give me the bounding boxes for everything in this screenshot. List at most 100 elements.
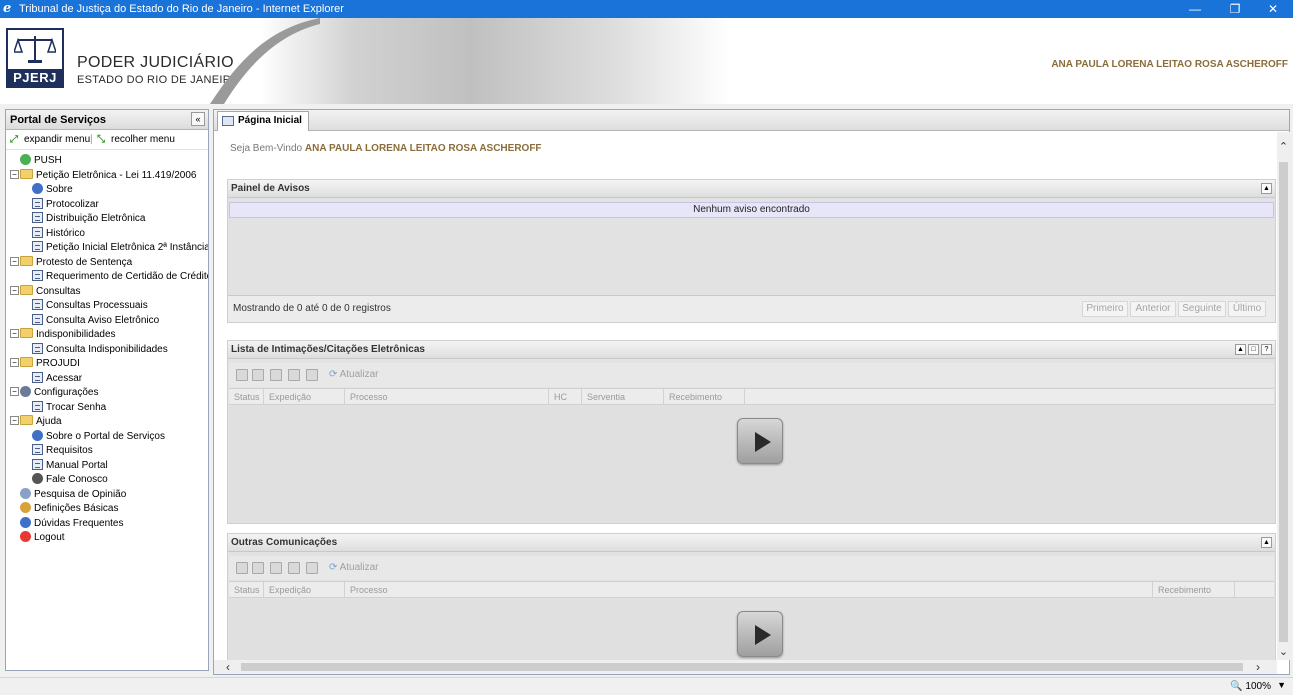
grid-column-header[interactable]: Expedição — [264, 389, 345, 405]
grid-column-header[interactable]: Recebimento — [1153, 582, 1235, 598]
sidebar-item[interactable]: Petição Inicial Eletrônica 2ª Instância — [32, 241, 208, 255]
collapse-menu-button[interactable]: recolher menu — [111, 134, 175, 145]
sidebar-item[interactable]: Dúvidas Frequentes — [10, 516, 124, 531]
home-page-icon — [222, 116, 234, 126]
sidebar-item[interactable]: − Ajuda — [10, 415, 62, 429]
sidebar-item[interactable]: − Protesto de Sentença — [10, 255, 132, 270]
justice-scale-icon — [14, 36, 56, 63]
grid-column-header[interactable]: Recebimento — [664, 389, 745, 405]
sidebar-item-label: Consulta Aviso Eletrônico — [46, 314, 160, 326]
play-icon[interactable] — [737, 418, 783, 464]
horizontal-scrollbar[interactable]: ‹ › — [214, 660, 1277, 674]
intimacoes-grid-header: Status Expedição Processo HC Serventia Recebi… — [229, 388, 1274, 405]
pager-next[interactable]: Seguinte — [1178, 301, 1226, 317]
read-icon[interactable] — [252, 562, 264, 574]
scroll-right-icon[interactable]: › — [1256, 660, 1260, 674]
export-icon[interactable] — [288, 562, 300, 574]
tab-pagina-inicial[interactable]: Página Inicial — [217, 111, 309, 131]
tree-toggle-icon[interactable]: − — [10, 285, 19, 295]
sidebar-item[interactable]: Consulta Aviso Eletrônico — [32, 313, 160, 328]
sidebar-item-label: Histórico — [46, 227, 85, 239]
sidebar-item[interactable]: − PROJUDI — [10, 357, 80, 371]
main-panel: Página Inicial Seja Bem-Vindo ANA PAULA … — [213, 109, 1290, 675]
close-button[interactable]: ✕ — [1253, 0, 1293, 18]
sidebar-item[interactable]: Sobre o Portal de Serviços — [32, 429, 165, 444]
zoom-dropdown-icon[interactable]: ▼ — [1277, 680, 1286, 690]
sidebar-item[interactable]: Sobre — [32, 183, 73, 197]
refresh-button[interactable]: Atualizar — [329, 562, 379, 574]
sidebar-header: Portal de Serviços « — [6, 110, 208, 130]
collapse-panel-button[interactable]: ▲ — [1261, 537, 1272, 548]
page-icon — [32, 226, 43, 238]
records-info: Mostrando de 0 até 0 de 0 registros — [233, 303, 391, 314]
sidebar-item[interactable]: Distribuição Eletrônica — [32, 212, 146, 226]
collapse-sidebar-button[interactable]: « — [191, 112, 205, 126]
tree-toggle-icon[interactable]: − — [10, 329, 19, 338]
vertical-scrollbar[interactable]: ⌃ ⌄ — [1277, 132, 1290, 660]
grid-column-header[interactable]: Processo — [345, 389, 549, 405]
sidebar-item[interactable]: Manual Portal — [32, 458, 108, 473]
tree-toggle-icon[interactable]: − — [10, 387, 19, 396]
sidebar-item-label: Fale Conosco — [46, 474, 108, 485]
sidebar-item-label: Logout — [34, 532, 65, 543]
browser-status-bar: 🔍 100% ▼ — [0, 677, 1293, 695]
sidebar-item[interactable]: − Configurações — [10, 386, 98, 400]
grid-column-header[interactable]: Status — [229, 582, 264, 598]
restore-button[interactable]: ❐ — [1215, 0, 1255, 18]
sidebar-item[interactable]: Requerimento de Certidão de Crédito para — [32, 270, 208, 284]
sidebar-item-label: Distribuição Eletrônica — [46, 213, 146, 224]
tree-toggle-icon[interactable]: − — [10, 416, 19, 425]
sidebar-item[interactable]: Fale Conosco — [32, 473, 108, 487]
sidebar-item[interactable]: Protocolizar — [32, 197, 99, 212]
refresh-button[interactable]: Atualizar — [329, 369, 379, 381]
pager-previous[interactable]: Anterior — [1130, 301, 1176, 317]
play-icon[interactable] — [737, 611, 783, 657]
grid-column-header[interactable]: Status — [229, 389, 264, 405]
sidebar-item[interactable]: Logout — [10, 531, 65, 545]
help-panel-button[interactable]: ? — [1261, 344, 1272, 355]
collapse-panel-button[interactable]: ▲ — [1261, 183, 1272, 194]
print-icon[interactable] — [306, 369, 318, 381]
sidebar-item[interactable]: Consulta Indisponibilidades — [32, 342, 168, 357]
grid-column-header[interactable]: HC — [549, 389, 582, 405]
grid-column-header[interactable]: Processo — [345, 582, 1153, 598]
scroll-left-icon[interactable]: ‹ — [226, 660, 230, 674]
new-document-icon[interactable] — [236, 369, 248, 381]
horizontal-scroll-thumb[interactable] — [241, 663, 1243, 671]
scroll-up-icon[interactable]: ⌃ — [1277, 140, 1290, 153]
sidebar-item[interactable]: Histórico — [32, 226, 85, 241]
sidebar-item[interactable]: Trocar Senha — [32, 400, 106, 415]
print-icon[interactable] — [306, 562, 318, 574]
tab-strip: Página Inicial — [214, 110, 1289, 131]
folder-open-icon — [20, 357, 33, 367]
zoom-level[interactable]: 🔍 100% — [1230, 681, 1271, 692]
scroll-down-icon[interactable]: ⌄ — [1277, 645, 1290, 658]
sidebar-item[interactable]: Acessar — [32, 371, 82, 386]
sidebar-item[interactable]: Consultas Processuais — [32, 299, 148, 313]
forward-icon[interactable] — [270, 369, 282, 381]
expand-menu-button[interactable]: expandir menu — [24, 134, 90, 145]
maximize-panel-button[interactable]: □ — [1248, 344, 1259, 355]
pager-first[interactable]: Primeiro — [1082, 301, 1128, 317]
vertical-scroll-thumb[interactable] — [1279, 162, 1288, 642]
tree-toggle-icon[interactable]: − — [10, 256, 19, 266]
new-document-icon[interactable] — [236, 562, 248, 574]
collapse-panel-button[interactable]: ▲ — [1235, 344, 1246, 355]
tree-toggle-icon[interactable]: − — [10, 358, 19, 367]
grid-column-header[interactable]: Expedição — [264, 582, 345, 598]
forward-icon[interactable] — [270, 562, 282, 574]
pager-last[interactable]: Último — [1228, 301, 1266, 317]
grid-column-header[interactable]: Serventia — [582, 389, 664, 405]
sidebar-item[interactable]: − Consultas — [10, 284, 80, 299]
sidebar-item[interactable]: Requisitos — [32, 444, 93, 458]
sidebar-item[interactable]: PUSH — [10, 154, 62, 168]
tree-toggle-icon[interactable]: − — [10, 169, 19, 179]
minimize-button[interactable]: — — [1175, 0, 1215, 18]
sidebar-item[interactable]: − Petição Eletrônica - Lei 11.419/2006 — [10, 168, 196, 183]
export-icon[interactable] — [288, 369, 300, 381]
sidebar-item[interactable]: − Indisponibilidades — [10, 328, 116, 342]
read-icon[interactable] — [252, 369, 264, 381]
sidebar-item[interactable]: Definições Básicas — [10, 502, 118, 516]
sidebar-item[interactable]: Pesquisa de Opinião — [10, 487, 126, 502]
sidebar-item-label: Petição Inicial Eletrônica 2ª Instância — [46, 242, 208, 253]
